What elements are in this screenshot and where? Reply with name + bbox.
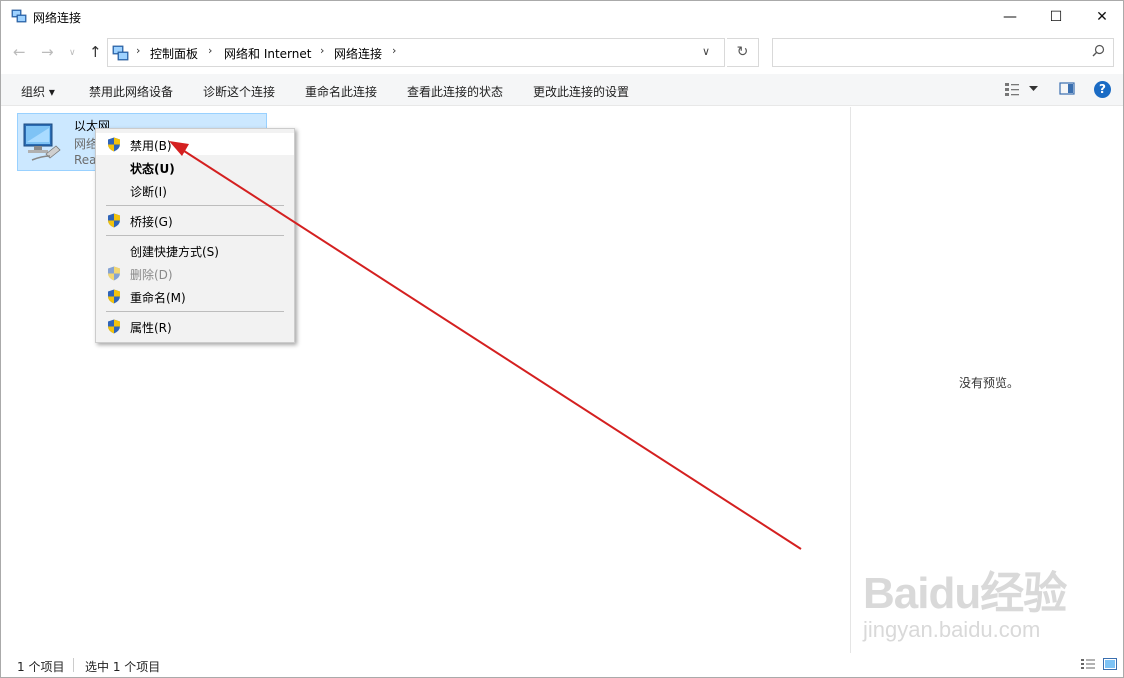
large-icons-view-icon[interactable] <box>1103 658 1117 670</box>
menu-item-diagnose[interactable]: 诊断(I) <box>96 179 294 201</box>
item-count: 1 个项目 <box>17 660 65 674</box>
help-icon[interactable]: ? <box>1094 81 1111 98</box>
menu-item-label: 删除(D) <box>130 268 173 282</box>
menu-item-rename[interactable]: 重命名(M) <box>96 285 294 307</box>
menu-item-label: 创建快捷方式(S) <box>130 245 219 259</box>
status-bar: 1 个项目 选中 1 个项目 <box>1 653 1123 677</box>
forward-arrow-icon[interactable]: → <box>41 43 54 61</box>
menu-item-disable[interactable]: 禁用(B) <box>96 133 294 155</box>
selected-count: 选中 1 个项目 <box>85 660 161 674</box>
menu-item-label: 桥接(G) <box>130 215 173 229</box>
refresh-button[interactable]: ↻ <box>727 38 759 67</box>
uac-shield-icon <box>108 319 120 334</box>
ethernet-adapter-icon <box>23 123 61 161</box>
uac-shield-icon <box>108 289 120 304</box>
preview-pane: 没有预览。 <box>850 107 1123 653</box>
rename-connection-button[interactable]: 重命名此连接 <box>305 83 377 100</box>
menu-item-create-shortcut[interactable]: 创建快捷方式(S) <box>96 239 294 261</box>
minimize-button[interactable]: — <box>987 1 1033 32</box>
search-input[interactable] <box>772 38 1114 67</box>
up-arrow-icon[interactable]: ↑ <box>89 43 102 61</box>
uac-shield-icon <box>108 266 120 281</box>
menu-separator <box>106 205 284 206</box>
maximize-button[interactable]: ☐ <box>1033 1 1079 32</box>
uac-shield-icon <box>108 137 120 152</box>
command-bar: 组织 ▾ 禁用此网络设备 诊断这个连接 重命名此连接 查看此连接的状态 更改此连… <box>1 74 1123 106</box>
details-view-icon[interactable] <box>1081 658 1095 670</box>
menu-item-delete: 删除(D) <box>96 262 294 284</box>
menu-item-status[interactable]: 状态(U) <box>96 156 294 178</box>
menu-separator <box>106 311 284 312</box>
context-menu: 禁用(B) 状态(U) 诊断(I) 桥接(G) 创建快捷方式(S) 删除(D) … <box>95 128 295 343</box>
recent-locations-chevron-icon[interactable]: ∨ <box>69 48 76 58</box>
back-arrow-icon[interactable]: ← <box>13 43 26 61</box>
title-bar: 网络连接 — ☐ ✕ <box>1 1 1123 32</box>
menu-item-bridge[interactable]: 桥接(G) <box>96 209 294 231</box>
address-row: ← → ∨ ↑ › 控制面板 › 网络和 Internet › 网络连接 › ∨… <box>1 35 1123 69</box>
menu-item-label: 重命名(M) <box>130 291 186 305</box>
status-divider <box>73 658 74 672</box>
disable-device-button[interactable]: 禁用此网络设备 <box>89 83 173 100</box>
control-panel-icon <box>112 45 129 61</box>
menu-item-label: 禁用(B) <box>130 139 172 153</box>
search-icon <box>1092 44 1105 57</box>
uac-shield-icon <box>108 213 120 228</box>
no-preview-text: 没有预览。 <box>959 376 1020 390</box>
menu-item-label: 属性(R) <box>130 321 172 335</box>
diagnose-connection-button[interactable]: 诊断这个连接 <box>203 83 275 100</box>
preview-pane-icon[interactable] <box>1059 81 1075 97</box>
breadcrumb-separator[interactable]: › <box>392 44 396 57</box>
breadcrumb-separator[interactable]: › <box>208 44 212 57</box>
view-options-chevron-down-icon[interactable] <box>1029 86 1038 92</box>
breadcrumb-network-connections[interactable]: 网络连接 <box>334 45 382 62</box>
menu-separator <box>106 235 284 236</box>
menu-item-properties[interactable]: 属性(R) <box>96 315 294 337</box>
explorer-window: 网络连接 — ☐ ✕ ← → ∨ ↑ › 控制面板 › 网络和 Internet… <box>0 0 1124 678</box>
item-adapter-name: Rea <box>74 153 97 167</box>
breadcrumb-network-internet[interactable]: 网络和 Internet <box>224 45 311 62</box>
window-title: 网络连接 <box>33 11 82 25</box>
organize-button[interactable]: 组织 ▾ <box>21 83 55 100</box>
network-connections-icon <box>11 9 27 23</box>
breadcrumb-separator[interactable]: › <box>320 44 324 57</box>
address-bar[interactable]: › 控制面板 › 网络和 Internet › 网络连接 › ∨ <box>107 38 725 67</box>
menu-item-label: 诊断(I) <box>130 185 167 199</box>
menu-item-label: 状态(U) <box>130 162 175 176</box>
change-settings-button[interactable]: 更改此连接的设置 <box>533 83 629 100</box>
breadcrumb-separator[interactable]: › <box>136 44 140 57</box>
breadcrumb-control-panel[interactable]: 控制面板 <box>150 45 198 62</box>
view-status-button[interactable]: 查看此连接的状态 <box>407 83 503 100</box>
change-view-icon[interactable] <box>1004 81 1020 97</box>
close-button[interactable]: ✕ <box>1079 1 1123 32</box>
address-dropdown-chevron-icon[interactable]: ∨ <box>702 45 710 58</box>
